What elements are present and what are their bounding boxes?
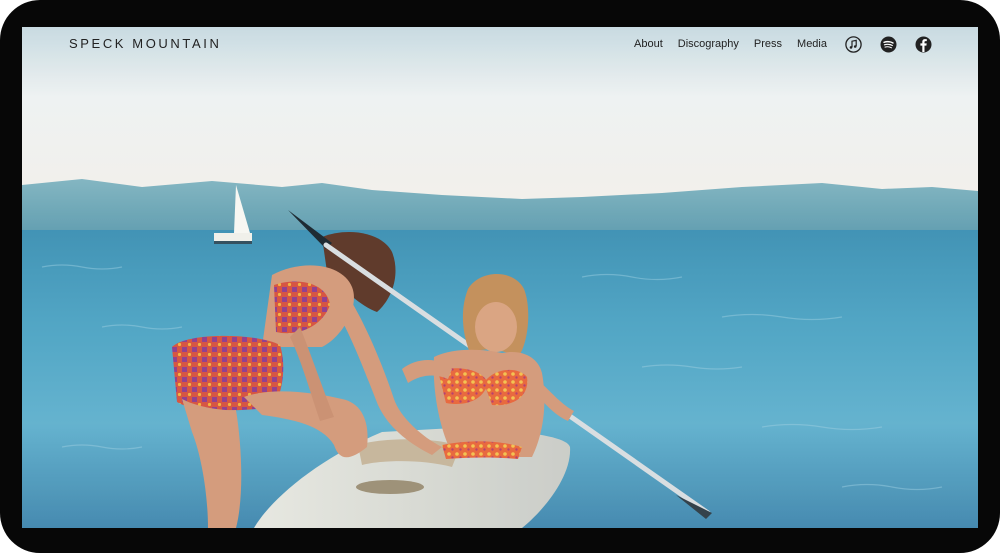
device-frame: SPECK MOUNTAIN About Discography Press M… (0, 0, 1000, 553)
browser-viewport: SPECK MOUNTAIN About Discography Press M… (22, 27, 978, 528)
apple-music-icon[interactable] (844, 35, 862, 53)
nav-about[interactable]: About (634, 34, 663, 54)
nav-press[interactable]: Press (754, 34, 782, 54)
nav-discography[interactable]: Discography (678, 34, 739, 54)
spotify-icon[interactable] (879, 35, 897, 53)
site-logo[interactable]: SPECK MOUNTAIN (69, 36, 221, 51)
main-nav: About Discography Press Media (634, 34, 932, 54)
site-header: SPECK MOUNTAIN About Discography Press M… (22, 27, 978, 63)
nav-media[interactable]: Media (797, 34, 827, 54)
facebook-icon[interactable] (914, 35, 932, 53)
hero-image (22, 27, 978, 528)
